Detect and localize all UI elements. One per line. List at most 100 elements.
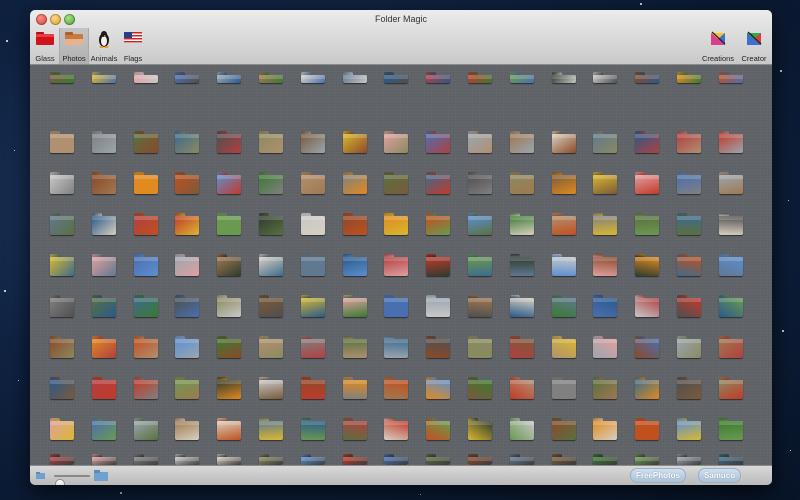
- photo-folder-item[interactable]: [50, 175, 74, 194]
- photo-folder-item[interactable]: [384, 457, 409, 465]
- photo-folder-item[interactable]: [91, 216, 116, 235]
- photo-folder-item[interactable]: [718, 421, 743, 440]
- photo-folder-item[interactable]: [259, 339, 283, 358]
- photo-folder-item[interactable]: [509, 75, 534, 83]
- photo-folder-item[interactable]: [342, 175, 367, 194]
- photo-folder-item[interactable]: [384, 75, 409, 83]
- photo-folder-item[interactable]: [677, 175, 701, 194]
- photo-folder-item[interactable]: [718, 134, 743, 153]
- photo-folder-item[interactable]: [593, 134, 618, 153]
- photo-folder-item[interactable]: [300, 257, 325, 276]
- photo-folder-item[interactable]: [300, 175, 325, 194]
- photo-folder-item[interactable]: [91, 257, 116, 276]
- photo-folder-item[interactable]: [91, 421, 116, 440]
- photo-folder-item[interactable]: [635, 75, 660, 83]
- photo-folder-item[interactable]: [468, 216, 492, 235]
- photo-folder-item[interactable]: [426, 134, 451, 153]
- photo-folder-item[interactable]: [551, 457, 576, 465]
- photo-folder-item[interactable]: [677, 216, 701, 235]
- photo-folder-item[interactable]: [718, 75, 743, 83]
- photo-folder-item[interactable]: [677, 339, 701, 358]
- photo-folder-item[interactable]: [217, 339, 242, 358]
- photo-folder-item[interactable]: [300, 380, 325, 399]
- photo-folder-item[interactable]: [175, 216, 200, 235]
- photo-folder-item[interactable]: [593, 457, 618, 465]
- photo-folder-item[interactable]: [217, 257, 242, 276]
- photo-folder-item[interactable]: [133, 339, 158, 358]
- photo-folder-item[interactable]: [175, 257, 200, 276]
- photo-folder-item[interactable]: [342, 257, 367, 276]
- photo-folder-item[interactable]: [259, 75, 283, 83]
- photo-folder-item[interactable]: [50, 339, 74, 358]
- photo-folder-item[interactable]: [342, 339, 367, 358]
- toolbar-glass-button[interactable]: Glass: [32, 28, 58, 64]
- photo-folder-item[interactable]: [50, 216, 74, 235]
- photo-folder-item[interactable]: [677, 380, 701, 399]
- photo-folder-item[interactable]: [91, 339, 116, 358]
- photo-folder-item[interactable]: [259, 134, 283, 153]
- photo-folder-item[interactable]: [551, 421, 576, 440]
- photo-folder-item[interactable]: [468, 134, 492, 153]
- photo-folder-item[interactable]: [384, 298, 409, 317]
- photo-folder-item[interactable]: [426, 421, 451, 440]
- photo-folder-item[interactable]: [551, 75, 576, 83]
- toolbar-animals-button[interactable]: Animals: [89, 28, 119, 64]
- photo-folder-item[interactable]: [551, 175, 576, 194]
- photo-folder-item[interactable]: [718, 257, 743, 276]
- photo-folder-item[interactable]: [426, 216, 451, 235]
- toolbar-creator-button[interactable]: Creator: [738, 28, 770, 64]
- photo-folder-item[interactable]: [342, 134, 367, 153]
- photo-folder-item[interactable]: [175, 298, 200, 317]
- photo-folder-item[interactable]: [677, 134, 701, 153]
- photo-folder-item[interactable]: [551, 216, 576, 235]
- icon-size-slider-knob[interactable]: [55, 479, 66, 485]
- photo-folder-item[interactable]: [91, 175, 116, 194]
- icon-size-slider[interactable]: [54, 475, 90, 485]
- photo-folder-item[interactable]: [175, 457, 200, 465]
- photo-folder-item[interactable]: [677, 298, 701, 317]
- photo-folder-item[interactable]: [175, 339, 200, 358]
- photo-folder-item[interactable]: [133, 380, 158, 399]
- photo-folder-item[interactable]: [468, 298, 492, 317]
- photo-folder-item[interactable]: [384, 134, 409, 153]
- photo-folder-item[interactable]: [300, 75, 325, 83]
- photo-folder-item[interactable]: [718, 339, 743, 358]
- photo-folder-item[interactable]: [259, 257, 283, 276]
- photo-folder-item[interactable]: [259, 457, 283, 465]
- photo-folder-item[interactable]: [551, 134, 576, 153]
- photo-folder-item[interactable]: [468, 421, 492, 440]
- photo-folder-item[interactable]: [342, 75, 367, 83]
- photo-folder-item[interactable]: [50, 421, 74, 440]
- photo-folder-item[interactable]: [718, 457, 743, 465]
- photo-folder-item[interactable]: [635, 216, 660, 235]
- photo-folder-item[interactable]: [133, 298, 158, 317]
- photo-folder-item[interactable]: [175, 421, 200, 440]
- photo-folder-item[interactable]: [342, 457, 367, 465]
- photo-folder-item[interactable]: [175, 75, 200, 83]
- photo-folder-item[interactable]: [50, 298, 74, 317]
- toolbar-photos-button[interactable]: Photos: [59, 28, 89, 64]
- photo-folder-item[interactable]: [635, 339, 660, 358]
- freephotos-button[interactable]: FreePhotos: [630, 468, 687, 483]
- photo-folder-item[interactable]: [384, 216, 409, 235]
- photo-folder-item[interactable]: [426, 175, 451, 194]
- photo-folder-item[interactable]: [300, 134, 325, 153]
- photo-folder-item[interactable]: [551, 339, 576, 358]
- photo-folder-item[interactable]: [300, 457, 325, 465]
- photo-folder-item[interactable]: [509, 298, 534, 317]
- photo-folder-item[interactable]: [217, 457, 242, 465]
- photo-folder-item[interactable]: [593, 421, 618, 440]
- photo-folder-item[interactable]: [91, 457, 116, 465]
- photo-folder-item[interactable]: [635, 298, 660, 317]
- photo-folder-item[interactable]: [91, 380, 116, 399]
- photo-folder-item[interactable]: [342, 298, 367, 317]
- photo-folder-item[interactable]: [50, 257, 74, 276]
- photo-folder-item[interactable]: [217, 421, 242, 440]
- photo-folder-item[interactable]: [635, 457, 660, 465]
- photo-folder-item[interactable]: [593, 75, 618, 83]
- photo-folder-item[interactable]: [50, 75, 74, 83]
- photo-folder-item[interactable]: [509, 421, 534, 440]
- photo-folder-item[interactable]: [593, 175, 618, 194]
- photo-folder-item[interactable]: [384, 175, 409, 194]
- photo-folder-item[interactable]: [677, 257, 701, 276]
